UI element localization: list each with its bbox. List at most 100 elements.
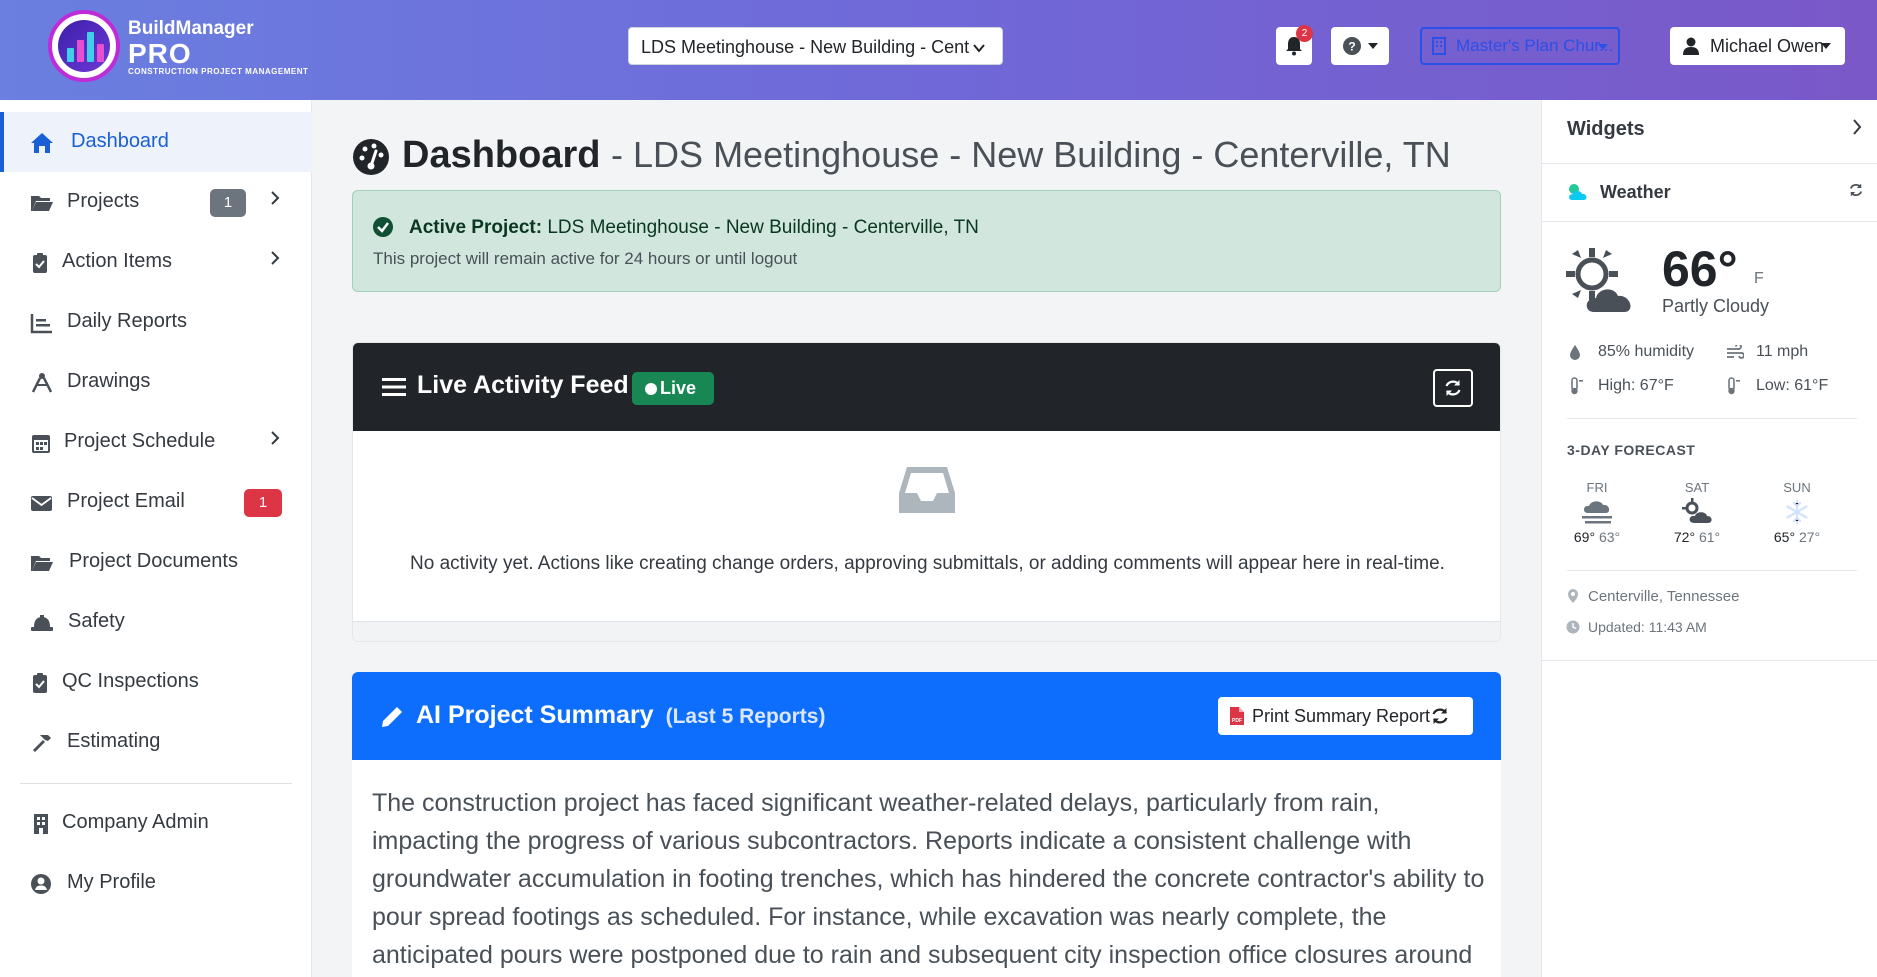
chevron-right-icon — [270, 250, 280, 271]
hard-hat-icon — [31, 615, 53, 631]
feed-refresh-button[interactable] — [1433, 369, 1473, 407]
widgets-panel: Widgets Weather 66° F Partly Cloudy 85% … — [1541, 100, 1877, 977]
weather-title: Weather — [1600, 182, 1671, 202]
sidebar-item-qc-inspections[interactable]: QC Inspections — [0, 652, 312, 712]
plan-button-label: Master's Plan Chur... — [1456, 36, 1614, 55]
building-icon — [34, 814, 48, 834]
question-circle-icon: ? — [1343, 37, 1361, 55]
envelope-icon — [31, 496, 52, 511]
humidity-value: 85% humidity — [1598, 343, 1695, 360]
inbox-icon — [899, 467, 955, 513]
sidebar-item-project-schedule[interactable]: Project Schedule — [0, 412, 312, 472]
live-badge: Live — [632, 372, 714, 405]
svg-text:?: ? — [1348, 40, 1355, 54]
temperature-unit: F — [1754, 270, 1764, 287]
sidebar-item-daily-reports[interactable]: Daily Reports — [0, 292, 312, 352]
notifications-button[interactable]: 2 — [1276, 25, 1313, 65]
ai-summary-refresh-button[interactable] — [1428, 704, 1452, 728]
widgets-header[interactable]: Widgets — [1542, 100, 1877, 164]
feed-header: Live Activity Feed Live — [353, 343, 1500, 431]
chart-line-icon — [30, 314, 52, 334]
user-menu-button[interactable]: Michael Owen — [1670, 27, 1845, 65]
sidebar-item-projects[interactable]: Projects 1 — [0, 172, 312, 232]
project-select[interactable]: LDS Meetinghouse - New Building - Cent — [628, 27, 1003, 65]
sidebar-item-dashboard[interactable]: Dashboard — [0, 112, 312, 172]
feed-footer — [353, 621, 1500, 641]
gauge-icon — [353, 139, 389, 175]
weather-divider — [1567, 418, 1857, 419]
clock-icon — [1566, 620, 1580, 634]
forecast-temps: 65° 27° — [1757, 529, 1837, 545]
notifications-badge: 2 — [1296, 25, 1313, 42]
brand-logo-icon[interactable] — [48, 10, 120, 82]
thermometer-low-icon — [1728, 377, 1740, 395]
sidebar-item-estimating[interactable]: Estimating — [0, 712, 312, 772]
print-button-label: Print Summary Report — [1252, 706, 1431, 726]
refresh-icon — [1849, 183, 1863, 197]
sidebar-item-label: QC Inspections — [62, 670, 199, 692]
partly-cloudy-icon — [1566, 248, 1631, 312]
fog-cloud-icon — [1557, 495, 1637, 529]
compass-drafting-icon — [31, 373, 53, 393]
sidebar-item-label: Estimating — [67, 730, 161, 752]
forecast-temps: 69° 63° — [1557, 529, 1637, 545]
clipboard-check-icon — [33, 253, 47, 273]
pencil-icon — [382, 707, 402, 727]
weather-widget-bottom-border — [1542, 660, 1877, 661]
forecast-day-label: SAT — [1684, 480, 1710, 495]
sidebar-divider — [20, 783, 292, 784]
wind-icon — [1727, 345, 1744, 359]
sidebar-item-project-documents[interactable]: Project Documents — [0, 532, 312, 592]
sidebar-item-label: Project Documents — [69, 550, 238, 572]
sidebar-item-label: My Profile — [67, 871, 156, 893]
forecast-high: 65° — [1773, 529, 1796, 545]
forecast-title: 3-DAY FORECAST — [1567, 442, 1696, 458]
forecast-temps: 72° 61° — [1657, 529, 1737, 545]
hammer-icon — [33, 735, 51, 752]
chevron-right-icon — [270, 430, 280, 451]
sidebar: Dashboard Projects 1 Action Items Daily … — [0, 100, 312, 977]
file-pdf-icon: PDF — [1230, 707, 1244, 725]
help-dropdown-button[interactable]: ? — [1331, 27, 1389, 65]
sidebar-item-project-email[interactable]: Project Email 1 — [0, 472, 312, 532]
sidebar-item-action-items[interactable]: Action Items — [0, 232, 312, 292]
sidebar-item-my-profile[interactable]: My Profile — [0, 853, 312, 913]
chevron-right-icon[interactable] — [1852, 116, 1862, 142]
sidebar-item-label: Safety — [68, 610, 125, 632]
user-icon — [1683, 37, 1699, 55]
ai-summary-header: AI Project Summary (Last 5 Reports) PDF P… — [352, 672, 1501, 760]
clipboard-check-icon — [33, 673, 47, 693]
high-temperature: High: 67°F — [1598, 377, 1674, 394]
sidebar-item-drawings[interactable]: Drawings — [0, 352, 312, 412]
page-title: Dashboard - LDS Meetinghouse - New Build… — [402, 134, 1451, 177]
plan-dropdown-button[interactable]: Master's Plan Chur... — [1420, 27, 1620, 65]
cloud-sun-icon — [1569, 184, 1587, 200]
sidebar-item-label: Drawings — [67, 370, 151, 392]
sidebar-item-company-admin[interactable]: Company Admin — [0, 793, 312, 853]
forecast-day-label: FRI — [1586, 480, 1608, 495]
forecast-low: 63° — [1598, 529, 1621, 545]
caret-down-icon — [1598, 44, 1608, 50]
projects-count-badge: 1 — [210, 189, 246, 217]
refresh-icon — [1432, 708, 1448, 724]
low-temperature: Low: 61°F — [1756, 377, 1829, 394]
forecast-low: 61° — [1698, 529, 1721, 545]
sidebar-item-safety[interactable]: Safety — [0, 592, 312, 652]
folder-open-icon — [31, 556, 53, 571]
brand-pro: PRO — [128, 38, 192, 69]
svg-text:PDF: PDF — [1232, 718, 1242, 724]
forecast-high: 72° — [1673, 529, 1696, 545]
weather-refresh-button[interactable] — [1848, 182, 1864, 203]
home-icon — [31, 133, 53, 153]
user-circle-icon — [31, 874, 51, 894]
check-circle-icon — [373, 217, 393, 237]
page-title-text: Dashboard — [402, 134, 601, 176]
live-activity-feed-card: Live Activity Feed Live No activity yet.… — [352, 342, 1501, 642]
sidebar-item-label: Daily Reports — [67, 310, 188, 332]
sidebar-item-label: Project Email — [67, 490, 185, 512]
forecast-day-sat: SAT 72° 61° — [1657, 480, 1737, 545]
current-temperature: 66° — [1662, 241, 1738, 297]
weather-widget-header: Weather — [1542, 164, 1877, 222]
chevron-right-icon — [270, 190, 280, 211]
live-badge-text: Live — [660, 378, 697, 398]
